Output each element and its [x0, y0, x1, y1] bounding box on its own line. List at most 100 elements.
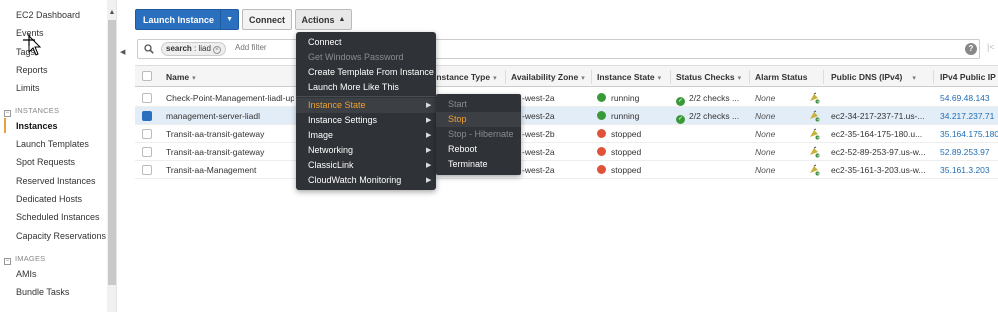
sidebar-item-instances[interactable]: Instances: [16, 121, 58, 131]
instance-name: Transit-aa-transit-gateway: [166, 147, 265, 157]
menu-item-networking[interactable]: Networking: [308, 145, 353, 155]
sidebar-item-amis[interactable]: AMIs: [16, 269, 37, 279]
public-ip[interactable]: 52.89.253.97: [940, 147, 998, 157]
connect-button[interactable]: Connect: [242, 9, 292, 30]
alarm-bell-icon[interactable]: +: [808, 92, 820, 104]
column-header-status-checks[interactable]: Status Checks ▾: [676, 72, 741, 82]
filter-chip[interactable]: search : liad ×: [161, 42, 226, 56]
menu-item-stop[interactable]: Stop: [448, 114, 467, 124]
first-page-icon[interactable]: |<: [987, 42, 995, 52]
sidebar: EC2 Dashboard Events Tags Reports Limits…: [0, 0, 117, 312]
alarm-bell-icon[interactable]: +: [808, 164, 820, 176]
public-ip[interactable]: 34.217.237.71: [940, 111, 998, 121]
sidebar-section-instances[interactable]: − INSTANCES: [4, 106, 59, 117]
sidebar-scrollbar[interactable]: ▲: [107, 0, 116, 312]
public-dns: ec2-35-164-175-180.u...: [831, 129, 923, 139]
row-checkbox[interactable]: [142, 111, 152, 121]
column-divider: [670, 70, 671, 84]
sidebar-section-images[interactable]: − IMAGES: [4, 254, 45, 265]
actions-button[interactable]: Actions ▲: [295, 9, 352, 30]
menu-item-instance-state[interactable]: Instance State: [308, 100, 366, 110]
help-icon[interactable]: ?: [965, 43, 977, 55]
submenu-arrow-icon: ▶: [426, 132, 432, 139]
column-header-ipv4-public-ip[interactable]: IPv4 Public IP: [940, 72, 996, 82]
row-checkbox[interactable]: [142, 165, 152, 175]
public-ip[interactable]: 35.164.175.180: [940, 129, 998, 139]
stopped-status-icon: [597, 165, 606, 174]
menu-item-image[interactable]: Image: [308, 130, 333, 140]
stopped-status-icon: [597, 129, 606, 138]
chevron-down-icon[interactable]: ▼: [220, 10, 238, 29]
column-header-alarm-status[interactable]: Alarm Status: [755, 72, 807, 82]
sidebar-item-capacity-reservations[interactable]: Capacity Reservations: [16, 231, 106, 241]
launch-instance-button[interactable]: Launch Instance ▼: [135, 9, 239, 30]
table-row[interactable]: Transit-aa-transit-gateway -west-2b stop…: [135, 125, 998, 143]
menu-item-stop-hibernate: Stop - Hibernate: [448, 129, 514, 139]
svg-text:+: +: [816, 153, 819, 158]
column-header-instance-state[interactable]: Instance State ▾: [597, 72, 661, 82]
submenu-arrow-icon: ▶: [426, 162, 432, 169]
instance-state: stopped: [597, 129, 641, 139]
menu-item-launch-more[interactable]: Launch More Like This: [308, 82, 399, 92]
collapse-section-icon[interactable]: −: [4, 258, 11, 265]
public-dns: ec2-35-161-3-203.us-w...: [831, 165, 926, 175]
sort-icon: ▾: [493, 75, 497, 82]
column-header-public-dns[interactable]: Public DNS (IPv4) ▾: [831, 72, 916, 82]
submenu-arrow-icon: ▶: [426, 177, 432, 184]
select-all-checkbox[interactable]: [142, 71, 152, 81]
table-row[interactable]: management-server-liadl -west-2a running…: [135, 107, 998, 125]
alarm-bell-icon[interactable]: +: [808, 110, 820, 122]
check-ok-icon: ✓: [676, 97, 685, 106]
alarm-bell-icon[interactable]: +: [808, 146, 820, 158]
sidebar-item-limits[interactable]: Limits: [16, 83, 40, 93]
search-bar[interactable]: search : liad ×: [137, 39, 980, 59]
menu-item-connect[interactable]: Connect: [308, 37, 342, 47]
collapse-section-icon[interactable]: −: [4, 110, 11, 117]
sidebar-item-reports[interactable]: Reports: [16, 65, 48, 75]
menu-divider: [296, 96, 436, 97]
instance-state-submenu: Start Stop Stop - Hibernate Reboot Termi…: [436, 94, 521, 175]
sidebar-item-ec2-dashboard[interactable]: EC2 Dashboard: [16, 10, 80, 20]
sidebar-item-scheduled-instances[interactable]: Scheduled Instances: [16, 212, 100, 222]
alarm-status: None: [755, 129, 776, 139]
menu-item-create-template[interactable]: Create Template From Instance: [308, 67, 434, 77]
sidebar-item-bundle-tasks[interactable]: Bundle Tasks: [16, 287, 69, 297]
public-dns: ec2-34-217-237-71.us-...: [831, 111, 925, 121]
row-checkbox[interactable]: [142, 129, 152, 139]
menu-item-terminate[interactable]: Terminate: [448, 159, 488, 169]
sidebar-item-dedicated-hosts[interactable]: Dedicated Hosts: [16, 194, 82, 204]
column-header-instance-type[interactable]: Instance Type ▾: [434, 72, 497, 82]
menu-item-instance-settings[interactable]: Instance Settings: [308, 115, 377, 125]
menu-item-reboot[interactable]: Reboot: [448, 144, 477, 154]
sidebar-item-spot-requests[interactable]: Spot Requests: [16, 157, 75, 167]
public-ip[interactable]: 35.161.3.203: [940, 165, 998, 175]
sidebar-item-reserved-instances[interactable]: Reserved Instances: [16, 176, 96, 186]
remove-filter-icon[interactable]: ×: [212, 46, 221, 54]
table-row[interactable]: Check-Point-Management-liadl-up -west-2a…: [135, 89, 998, 107]
menu-item-get-windows-password: Get Windows Password: [308, 52, 404, 62]
menu-item-cloudwatch-monitoring[interactable]: CloudWatch Monitoring: [308, 175, 401, 185]
table-row[interactable]: Transit-aa-transit-gateway -west-2a stop…: [135, 143, 998, 161]
alarm-status: None: [755, 165, 776, 175]
actions-label: Actions: [301, 14, 335, 25]
row-checkbox[interactable]: [142, 147, 152, 157]
column-header-name[interactable]: Name ▾: [166, 72, 196, 82]
chevron-up-icon: ▲: [338, 16, 346, 23]
table-row[interactable]: Transit-aa-Management -west-2a stopped N…: [135, 161, 998, 179]
column-header-availability-zone[interactable]: Availability Zone ▾: [511, 72, 585, 82]
public-ip[interactable]: 54.69.48.143: [940, 93, 998, 103]
sort-icon: ▾: [581, 75, 585, 82]
alarm-status: None: [755, 111, 776, 121]
launch-instance-label: Launch Instance: [143, 14, 215, 25]
svg-text:+: +: [816, 117, 819, 122]
collapse-sidebar-icon[interactable]: ◀: [120, 48, 125, 56]
column-divider: [823, 70, 824, 84]
menu-item-classiclink[interactable]: ClassicLink: [308, 160, 354, 170]
sidebar-item-launch-templates[interactable]: Launch Templates: [16, 139, 89, 149]
filter-chip-value: : liad: [194, 44, 211, 53]
alarm-bell-icon[interactable]: +: [808, 128, 820, 140]
scroll-up-icon[interactable]: ▲: [107, 8, 116, 18]
scrollbar-thumb[interactable]: [108, 20, 116, 285]
instance-name: Transit-aa-Management: [166, 165, 257, 175]
row-checkbox[interactable]: [142, 93, 152, 103]
